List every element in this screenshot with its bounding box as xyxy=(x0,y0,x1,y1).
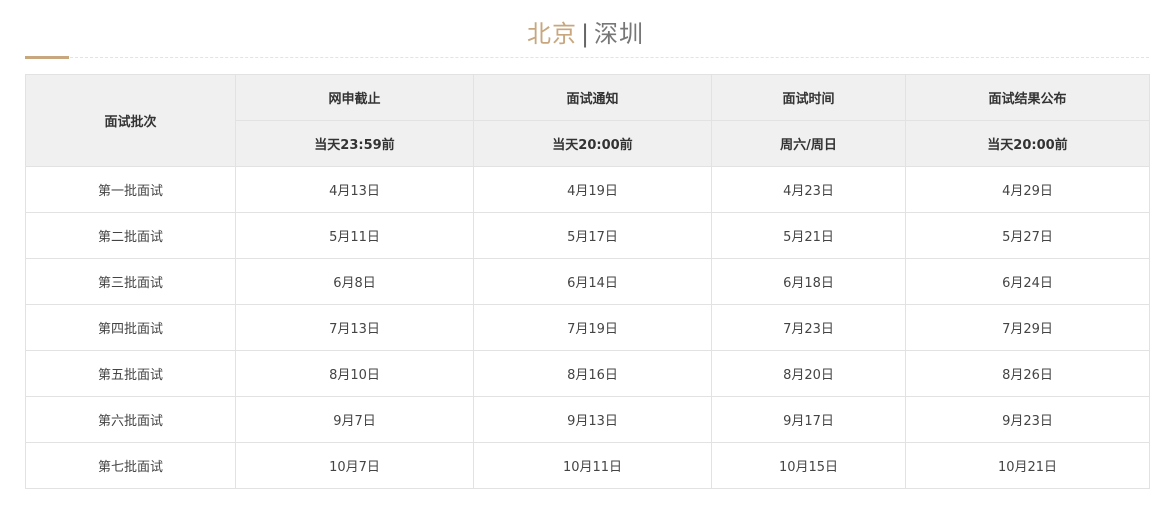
table-row: 第六批面试 9月7日 9月13日 9月17日 9月23日 xyxy=(25,396,1150,443)
date-cell: 8月20日 xyxy=(711,350,906,397)
column-header-batch: 面试批次 xyxy=(25,74,236,167)
date-cell: 10月21日 xyxy=(905,442,1150,489)
column-subheader-interview-time: 周六/周日 xyxy=(711,120,906,167)
tab-shenzhen[interactable]: 深圳 xyxy=(594,20,644,48)
batch-cell: 第七批面试 xyxy=(25,442,236,489)
date-cell: 5月17日 xyxy=(473,212,712,259)
batch-cell: 第五批面试 xyxy=(25,350,236,397)
column-header-interview-time: 面试时间 xyxy=(711,74,906,121)
batch-cell: 第二批面试 xyxy=(25,212,236,259)
date-cell: 9月7日 xyxy=(235,396,474,443)
table-row: 第七批面试 10月7日 10月11日 10月15日 10月21日 xyxy=(25,442,1150,489)
date-cell: 4月19日 xyxy=(473,166,712,213)
date-cell: 9月23日 xyxy=(905,396,1150,443)
header-row-titles: 面试批次 网申截止 面试通知 面试时间 面试结果公布 xyxy=(25,74,1150,167)
date-cell: 4月23日 xyxy=(711,166,906,213)
column-header-result-announcement: 面试结果公布 xyxy=(905,74,1150,121)
date-cell: 5月11日 xyxy=(235,212,474,259)
date-cell: 10月11日 xyxy=(473,442,712,489)
column-header-interview-notice: 面试通知 xyxy=(473,74,712,121)
date-cell: 8月16日 xyxy=(473,350,712,397)
column-subheader-result-announcement: 当天20:00前 xyxy=(905,120,1150,167)
date-cell: 7月23日 xyxy=(711,304,906,351)
date-cell: 8月10日 xyxy=(235,350,474,397)
date-cell: 9月17日 xyxy=(711,396,906,443)
date-cell: 10月15日 xyxy=(711,442,906,489)
tab-separator: | xyxy=(580,20,591,48)
batch-cell: 第一批面试 xyxy=(25,166,236,213)
date-cell: 5月27日 xyxy=(905,212,1150,259)
date-cell: 10月7日 xyxy=(235,442,474,489)
date-cell: 7月13日 xyxy=(235,304,474,351)
page: 北京 | 深圳 面试批次 网申截止 面试通知 面试时间 面试结果公布 当天23:59… xyxy=(0,0,1171,509)
date-cell: 6月8日 xyxy=(235,258,474,305)
date-cell: 7月29日 xyxy=(905,304,1150,351)
table-row: 第五批面试 8月10日 8月16日 8月20日 8月26日 xyxy=(25,350,1150,397)
date-cell: 7月19日 xyxy=(473,304,712,351)
date-cell: 4月29日 xyxy=(905,166,1150,213)
date-cell: 9月13日 xyxy=(473,396,712,443)
date-cell: 8月26日 xyxy=(905,350,1150,397)
interview-schedule-table: 面试批次 网申截止 面试通知 面试时间 面试结果公布 当天23:59前 当天20… xyxy=(25,74,1150,489)
column-subheader-application-deadline: 当天23:59前 xyxy=(235,120,474,167)
city-tabs: 北京 | 深圳 xyxy=(0,14,1171,54)
date-cell: 6月14日 xyxy=(473,258,712,305)
column-subheader-interview-notice: 当天20:00前 xyxy=(473,120,712,167)
date-cell: 6月18日 xyxy=(711,258,906,305)
date-cell: 6月24日 xyxy=(905,258,1150,305)
table-row: 第一批面试 4月13日 4月19日 4月23日 4月29日 xyxy=(25,166,1150,213)
table-row: 第四批面试 7月13日 7月19日 7月23日 7月29日 xyxy=(25,304,1150,351)
date-cell: 4月13日 xyxy=(235,166,474,213)
dashed-divider xyxy=(25,57,1149,58)
accent-underline xyxy=(25,56,69,59)
table-row: 第二批面试 5月11日 5月17日 5月21日 5月27日 xyxy=(25,212,1150,259)
tab-beijing[interactable]: 北京 xyxy=(527,20,577,48)
batch-cell: 第三批面试 xyxy=(25,258,236,305)
date-cell: 5月21日 xyxy=(711,212,906,259)
batch-cell: 第四批面试 xyxy=(25,304,236,351)
table-row: 第三批面试 6月8日 6月14日 6月18日 6月24日 xyxy=(25,258,1150,305)
batch-cell: 第六批面试 xyxy=(25,396,236,443)
column-header-application-deadline: 网申截止 xyxy=(235,74,474,121)
